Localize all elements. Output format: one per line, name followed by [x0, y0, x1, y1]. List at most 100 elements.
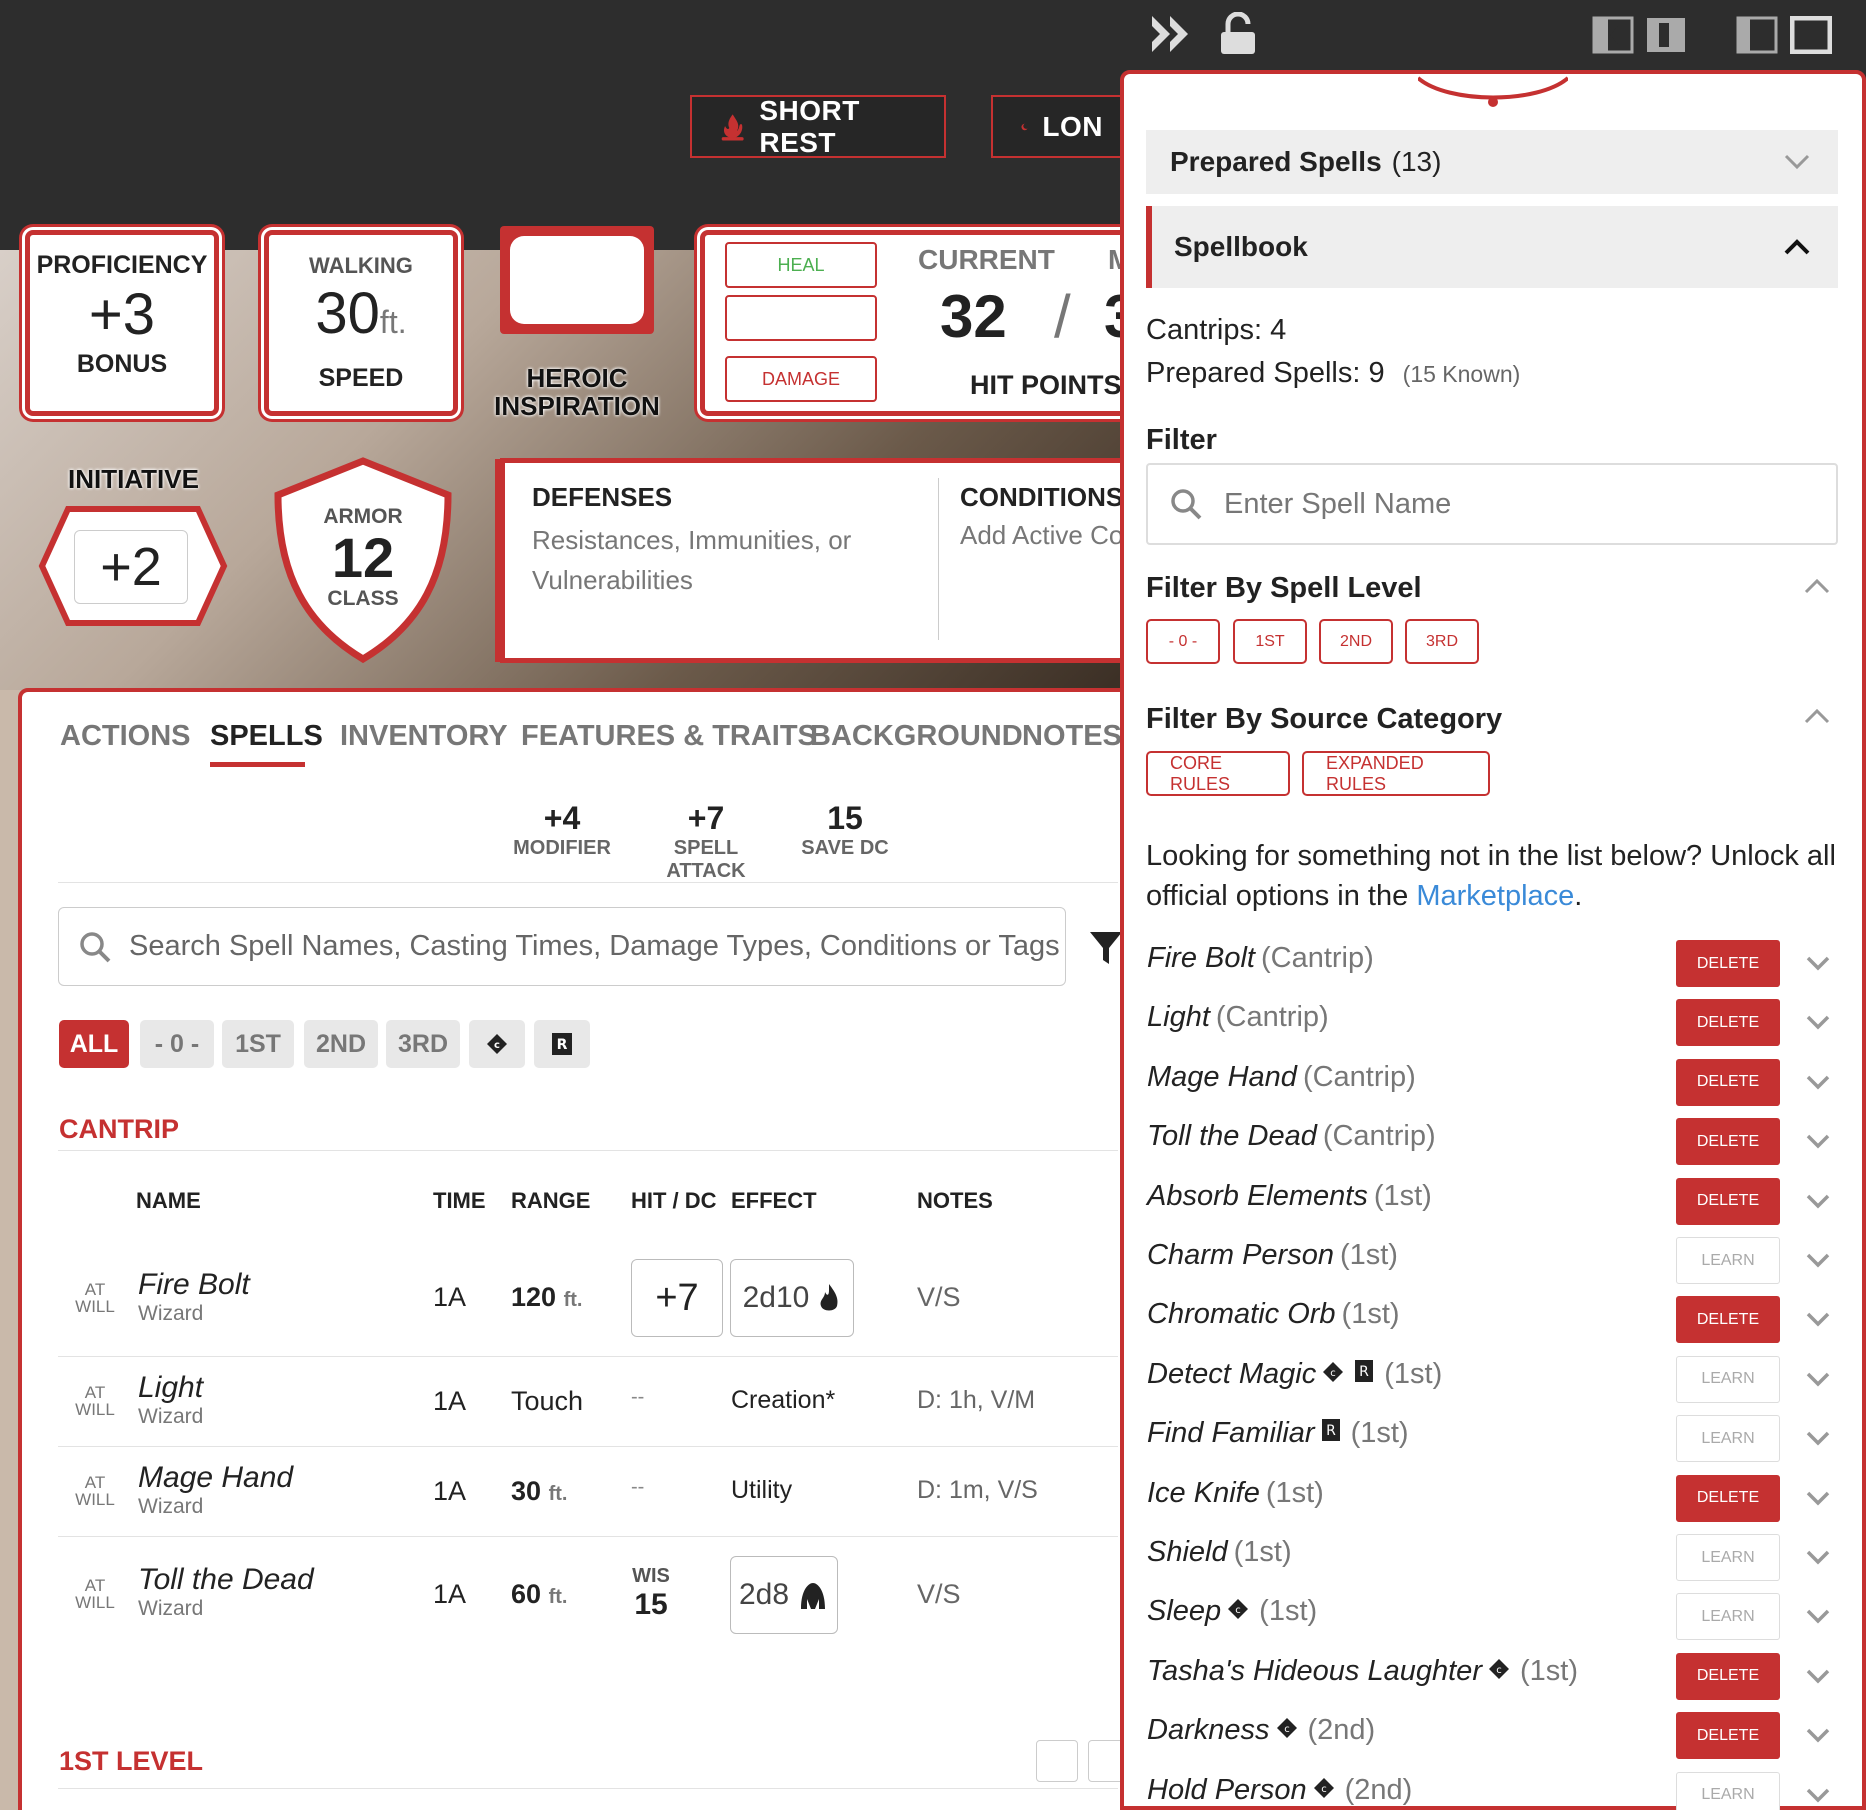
- level-filter-3rd[interactable]: 3RD: [386, 1020, 460, 1068]
- svg-text:R: R: [1326, 1423, 1336, 1439]
- spell-time: 1A: [433, 1579, 467, 1609]
- spellbook-spell-name: Shield (1st): [1147, 1536, 1292, 1569]
- tab-background[interactable]: BACKGROUND: [810, 720, 1023, 753]
- level-filter-2nd[interactable]: 2ND: [304, 1020, 378, 1068]
- spellbook-spell-name: Absorb Elements (1st): [1147, 1180, 1432, 1213]
- level-filter-1st[interactable]: 1ST: [222, 1020, 294, 1068]
- side-level-1st[interactable]: 1ST: [1233, 619, 1307, 664]
- chevron-down-icon[interactable]: [1805, 1306, 1831, 1332]
- svg-text:c: c: [1330, 1368, 1336, 1379]
- attack-roll-button[interactable]: +7: [631, 1259, 723, 1337]
- concentration-icon: c: [1313, 1777, 1334, 1798]
- hp-current-value[interactable]: 32: [940, 282, 1007, 351]
- layout-split-icon[interactable]: [1736, 16, 1778, 54]
- level-filter-all[interactable]: ALL: [59, 1020, 129, 1068]
- delete-spell-button[interactable]: DELETE: [1676, 1177, 1780, 1225]
- at-will-label: AT: [84, 1576, 106, 1595]
- spell-search-input[interactable]: Search Spell Names, Casting Times, Damag…: [58, 907, 1066, 986]
- save-ability: WIS: [632, 1565, 670, 1587]
- short-rest-button[interactable]: SHORT REST: [690, 95, 946, 158]
- marketplace-link[interactable]: Marketplace: [1416, 880, 1574, 912]
- delete-spell-button[interactable]: DELETE: [1676, 1118, 1780, 1166]
- prepared-spells-accordion[interactable]: Prepared Spells (13): [1146, 130, 1838, 194]
- chevron-down-icon[interactable]: [1805, 1188, 1831, 1214]
- panel-right-icon[interactable]: [1645, 16, 1687, 54]
- spell-range-unit: ft.: [548, 1483, 568, 1505]
- chevron-down-icon[interactable]: [1805, 950, 1831, 976]
- panel-left-icon[interactable]: [1592, 16, 1634, 54]
- filter-icon[interactable]: [1088, 930, 1124, 966]
- chevron-down-icon[interactable]: [1805, 1366, 1831, 1392]
- delete-spell-button[interactable]: DELETE: [1676, 1296, 1780, 1344]
- tab-notes[interactable]: NOTES: [1022, 720, 1122, 753]
- spell-effect: Creation*: [731, 1386, 836, 1414]
- delete-spell-button[interactable]: DELETE: [1676, 1712, 1780, 1760]
- learn-spell-button[interactable]: LEARN: [1676, 1355, 1780, 1403]
- spell-name: Mage Hand: [1147, 1060, 1297, 1093]
- spell-name-filter-input[interactable]: Enter Spell Name: [1146, 463, 1838, 545]
- source-expanded-rules[interactable]: EXPANDED RULES: [1302, 751, 1490, 796]
- side-level-2nd[interactable]: 2ND: [1319, 619, 1393, 664]
- heal-button[interactable]: HEAL: [725, 242, 877, 288]
- spell-name: Ice Knife: [1147, 1476, 1260, 1509]
- spellbook-spell-name: Tasha's Hideous Laughter c (1st): [1147, 1655, 1578, 1688]
- chevron-down-icon[interactable]: [1805, 1663, 1831, 1689]
- save-dc-label: SAVE DC: [801, 837, 889, 859]
- chevron-down-icon[interactable]: [1805, 1128, 1831, 1154]
- damage-dice: 2d8: [738, 1578, 790, 1611]
- spellbook-accordion[interactable]: Spellbook: [1146, 206, 1838, 288]
- chevron-down-icon[interactable]: [1805, 1603, 1831, 1629]
- initiative-value[interactable]: +2: [74, 530, 188, 604]
- chevron-up-icon[interactable]: [1804, 578, 1830, 594]
- tab-spells[interactable]: SPELLS: [210, 720, 323, 753]
- chevron-down-icon[interactable]: [1805, 1009, 1831, 1035]
- spell-slot-checkbox[interactable]: [1036, 1740, 1078, 1782]
- learn-spell-button[interactable]: LEARN: [1676, 1237, 1780, 1284]
- learn-spell-button[interactable]: LEARN: [1676, 1534, 1780, 1581]
- spell-level: (1st): [1384, 1357, 1443, 1390]
- damage-button[interactable]: DAMAGE: [725, 356, 877, 402]
- chevron-up-icon[interactable]: [1804, 708, 1830, 724]
- source-core-rules[interactable]: CORE RULES: [1146, 751, 1290, 796]
- side-level-3rd[interactable]: 3RD: [1405, 619, 1479, 664]
- concentration-filter[interactable]: c: [469, 1020, 525, 1068]
- delete-spell-button[interactable]: DELETE: [1676, 1058, 1780, 1106]
- proficiency-label: PROFICIENCY: [36, 251, 208, 279]
- chevron-down-icon[interactable]: [1805, 1247, 1831, 1273]
- double-chevron-right-icon[interactable]: [1150, 14, 1192, 54]
- chevron-down-icon[interactable]: [1805, 1425, 1831, 1451]
- learn-spell-button[interactable]: LEARN: [1676, 1593, 1780, 1641]
- chevron-down-icon[interactable]: [1805, 1722, 1831, 1748]
- hp-amount-input[interactable]: [725, 295, 877, 341]
- chevron-down-icon[interactable]: [1805, 1485, 1831, 1511]
- damage-roll-button[interactable]: 2d8: [730, 1556, 838, 1634]
- spell-range: 120: [511, 1282, 557, 1312]
- chevron-down-icon[interactable]: [1805, 1782, 1831, 1808]
- tab-actions[interactable]: ACTIONS: [60, 720, 191, 753]
- level-filter-0[interactable]: - 0 -: [140, 1020, 214, 1068]
- long-rest-button[interactable]: LON: [991, 95, 1131, 158]
- damage-roll-button[interactable]: 2d10: [730, 1259, 854, 1337]
- tab-features-traits[interactable]: FEATURES & TRAITS: [521, 720, 817, 753]
- delete-spell-button[interactable]: DELETE: [1676, 940, 1780, 987]
- spell-name: Absorb Elements: [1147, 1179, 1368, 1212]
- learn-spell-button[interactable]: LEARN: [1676, 1771, 1780, 1810]
- armor-value: 12: [331, 526, 395, 589]
- col-range: RANGE: [511, 1188, 591, 1213]
- chevron-down-icon[interactable]: [1805, 1069, 1831, 1095]
- delete-spell-button[interactable]: DELETE: [1676, 1474, 1780, 1522]
- unlock-icon[interactable]: [1218, 12, 1258, 56]
- tab-inventory[interactable]: INVENTORY: [340, 720, 508, 753]
- heroic-inspiration-toggle[interactable]: [500, 226, 654, 334]
- chevron-down-icon[interactable]: [1805, 1544, 1831, 1570]
- spell-name: Hold Person: [1147, 1773, 1307, 1806]
- side-level-0[interactable]: - 0 -: [1146, 619, 1220, 664]
- ritual-filter[interactable]: R: [534, 1020, 590, 1068]
- spellbook-spell-name: Hold Person c (2nd): [1147, 1774, 1412, 1807]
- learn-spell-button[interactable]: LEARN: [1676, 1415, 1780, 1463]
- delete-spell-button[interactable]: DELETE: [1676, 999, 1780, 1047]
- spell-search-placeholder: Search Spell Names, Casting Times, Damag…: [129, 930, 1060, 962]
- speed-label: WALKING: [309, 253, 413, 278]
- layout-full-icon[interactable]: [1790, 16, 1832, 54]
- delete-spell-button[interactable]: DELETE: [1676, 1652, 1780, 1700]
